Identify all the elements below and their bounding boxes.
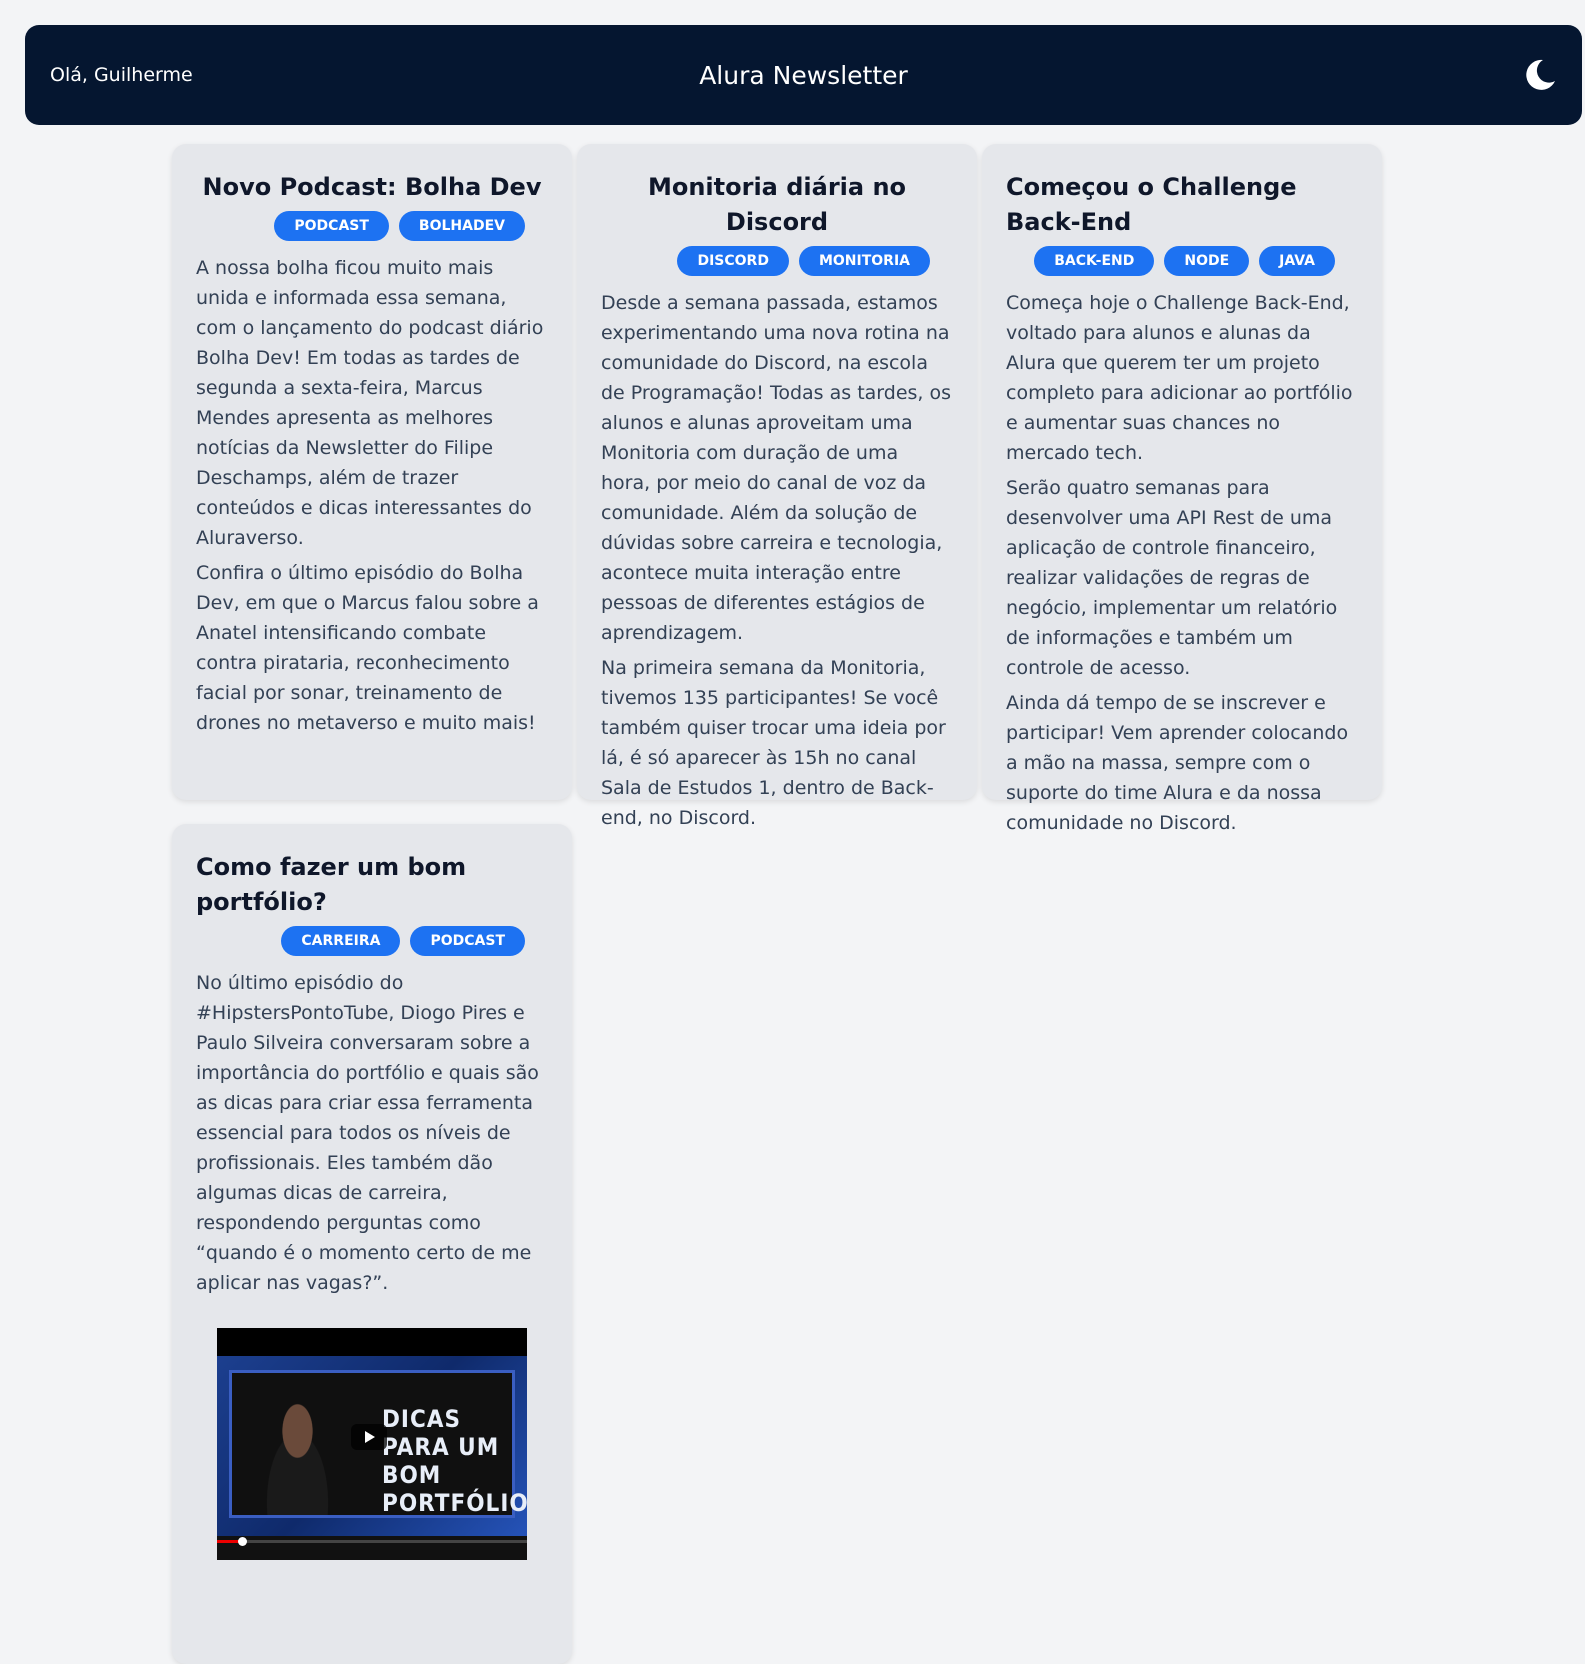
post-title: Começou o Challenge Back-End — [1006, 173, 1297, 236]
app-header: Olá, Guilherme Alura Newsletter — [25, 25, 1582, 125]
tag-monitoria[interactable]: MONITORIA — [798, 246, 930, 276]
post-card-monitoria: Monitoria diária no Discord DISCORD MONI… — [577, 144, 977, 829]
post-paragraph: Começa hoje o Challenge Back-End, voltad… — [1006, 292, 1353, 464]
post-card-challenge-back-end: Começou o Challenge Back-End BACK-END NO… — [982, 144, 1382, 834]
app-title: Alura Newsletter — [699, 60, 908, 90]
post-title: Como fazer um bom portfólio? — [196, 853, 467, 916]
post-card-bolha-dev: Novo Podcast: Bolha Dev PODCAST BOLHADEV… — [172, 144, 572, 800]
tag-list: CARREIRA PODCAST — [196, 926, 548, 956]
post-paragraph: Desde a semana passada, estamos experime… — [601, 292, 952, 644]
tag-node[interactable]: NODE — [1164, 246, 1250, 276]
tag-java[interactable]: JAVA — [1259, 246, 1335, 276]
post-title: Novo Podcast: Bolha Dev — [202, 173, 542, 201]
tag-list: BACK-END NODE JAVA — [1006, 246, 1358, 276]
post-paragraph: A nossa bolha ficou muito mais unida e i… — [196, 257, 544, 549]
video-progress-bar[interactable] — [217, 1537, 527, 1546]
post-card-portfolio: Como fazer um bom portfólio? CARREIRA PO… — [172, 824, 572, 1664]
post-paragraph: Na primeira semana da Monitoria, tivemos… — [601, 657, 946, 829]
tag-podcast[interactable]: PODCAST — [410, 926, 525, 956]
post-paragraph: No último episódio do #HipstersPontoTube… — [196, 972, 539, 1294]
tag-bolhadev[interactable]: BOLHADEV — [398, 211, 525, 241]
video-thumbnail-text: DICAS PARA UM BOM PORTFÓLIO — [382, 1405, 527, 1517]
post-title: Monitoria diária no Discord — [647, 173, 907, 236]
tag-list: PODCAST BOLHADEV — [196, 211, 548, 241]
tag-carreira[interactable]: CARREIRA — [281, 926, 401, 956]
post-paragraph: Confira o último episódio do Bolha Dev, … — [196, 562, 539, 734]
tag-discord[interactable]: DISCORD — [677, 246, 789, 276]
presenter-image — [250, 1395, 345, 1515]
play-icon[interactable] — [351, 1424, 387, 1450]
video-player[interactable]: DICAS PARA UM BOM PORTFÓLIO — [217, 1328, 527, 1560]
tag-list: DISCORD MONITORIA — [601, 246, 953, 276]
post-paragraph: Serão quatro semanas para desenvolver um… — [1006, 477, 1338, 679]
moon-icon[interactable] — [1522, 57, 1558, 93]
post-paragraph: Ainda dá tempo de se inscrever e partici… — [1006, 692, 1349, 834]
tag-back-end[interactable]: BACK-END — [1034, 246, 1155, 276]
video-controls[interactable] — [217, 1536, 527, 1560]
user-greeting: Olá, Guilherme — [50, 64, 193, 86]
tag-podcast[interactable]: PODCAST — [274, 211, 389, 241]
